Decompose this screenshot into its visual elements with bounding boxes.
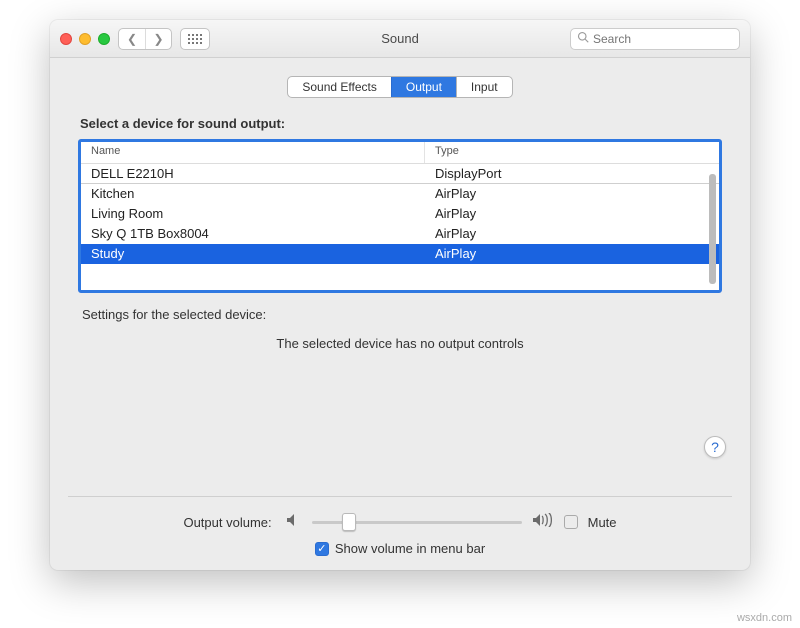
traffic-lights	[60, 33, 110, 45]
grid-icon	[188, 34, 202, 44]
search-field[interactable]	[570, 28, 740, 50]
table-row[interactable]: Kitchen AirPlay	[81, 184, 719, 204]
no-output-controls-message: The selected device has no output contro…	[78, 336, 722, 351]
slider-knob[interactable]	[342, 513, 356, 531]
tab-output[interactable]: Output	[391, 77, 456, 97]
output-volume-slider[interactable]	[312, 515, 522, 529]
nav-back-forward: ❮ ❯	[118, 28, 172, 50]
device-name: Sky Q 1TB Box8004	[81, 224, 425, 244]
device-name: Study	[81, 244, 425, 264]
table-row[interactable]: Study AirPlay	[81, 244, 719, 264]
device-name: DELL E2210H	[81, 164, 425, 183]
output-volume-row: Output volume: Mute	[78, 513, 722, 531]
output-volume-label: Output volume:	[183, 515, 271, 530]
window-title: Sound	[381, 31, 419, 46]
col-name-header[interactable]: Name	[81, 142, 425, 163]
segmented-control: Sound Effects Output Input	[287, 76, 512, 98]
titlebar: ❮ ❯ Sound	[50, 20, 750, 58]
table-row[interactable]: Sky Q 1TB Box8004 AirPlay	[81, 224, 719, 244]
show-all-prefs-button[interactable]	[180, 28, 210, 50]
nav-back-button[interactable]: ❮	[119, 29, 145, 49]
device-type: AirPlay	[425, 184, 719, 204]
close-window-button[interactable]	[60, 33, 72, 45]
search-icon	[577, 31, 589, 46]
table-row[interactable]: Living Room AirPlay	[81, 204, 719, 224]
scrollbar-thumb[interactable]	[709, 174, 716, 284]
speaker-low-icon	[286, 513, 302, 531]
show-volume-label: Show volume in menu bar	[335, 541, 485, 556]
table-row[interactable]: DELL E2210H DisplayPort	[81, 164, 719, 184]
sound-prefs-window: ❮ ❯ Sound Sound Effects Output Input Sel…	[50, 20, 750, 570]
content-pane: Sound Effects Output Input Select a devi…	[50, 58, 750, 570]
show-volume-row: ✓ Show volume in menu bar	[78, 541, 722, 556]
device-type: AirPlay	[425, 224, 719, 244]
tab-input[interactable]: Input	[456, 77, 512, 97]
settings-for-device-label: Settings for the selected device:	[82, 307, 718, 322]
watermark: wsxdn.com	[737, 612, 792, 624]
output-device-list[interactable]: Name Type DELL E2210H DisplayPort Kitche…	[78, 139, 722, 293]
device-name: Living Room	[81, 204, 425, 224]
table-header: Name Type	[81, 142, 719, 164]
tab-bar: Sound Effects Output Input	[78, 76, 722, 98]
nav-forward-button[interactable]: ❯	[145, 29, 171, 49]
search-input[interactable]	[593, 32, 748, 46]
divider	[68, 496, 732, 497]
tab-sound-effects[interactable]: Sound Effects	[288, 77, 391, 97]
table-rows: DELL E2210H DisplayPort Kitchen AirPlay …	[81, 164, 719, 264]
col-type-header[interactable]: Type	[425, 142, 719, 163]
mute-label: Mute	[588, 515, 617, 530]
device-type: AirPlay	[425, 204, 719, 224]
show-volume-checkbox[interactable]: ✓	[315, 542, 329, 556]
speaker-high-icon	[532, 513, 554, 531]
select-device-label: Select a device for sound output:	[80, 116, 720, 131]
help-button[interactable]: ?	[704, 436, 726, 458]
mute-checkbox[interactable]	[564, 515, 578, 529]
device-name: Kitchen	[81, 184, 425, 204]
device-type: AirPlay	[425, 244, 719, 264]
device-type: DisplayPort	[425, 164, 719, 183]
minimize-window-button[interactable]	[79, 33, 91, 45]
zoom-window-button[interactable]	[98, 33, 110, 45]
